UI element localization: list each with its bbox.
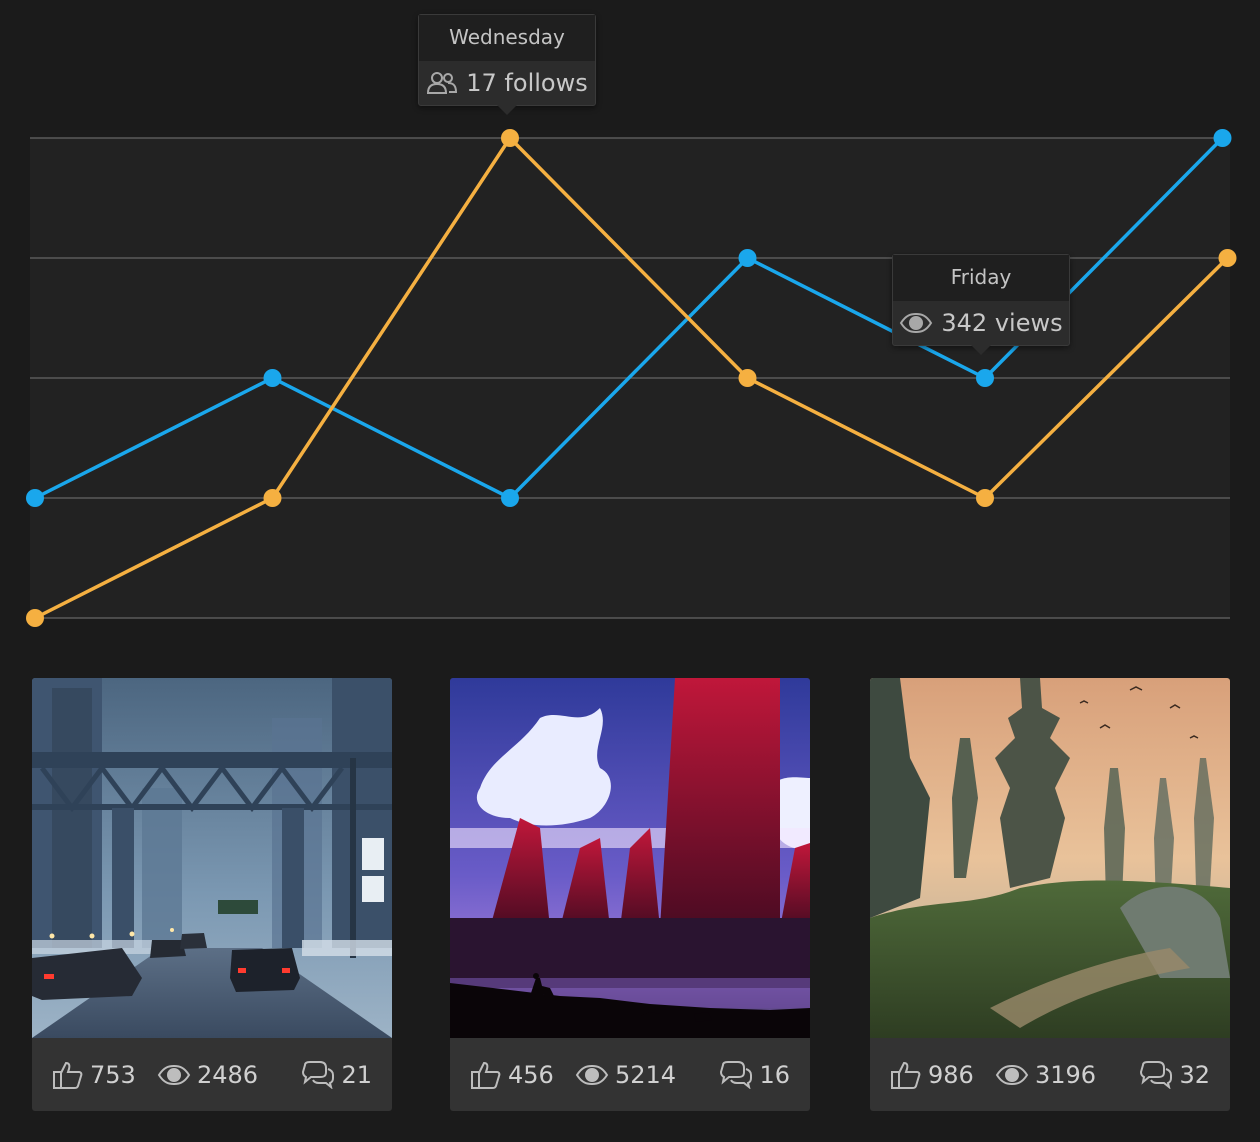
likes-count: 986 (928, 1060, 974, 1089)
thumbs-up-icon[interactable] (52, 1060, 84, 1090)
eye-icon[interactable] (157, 1064, 191, 1086)
artwork-thumbnail-desert[interactable] (450, 678, 810, 1038)
data-point-views[interactable] (738, 249, 757, 267)
tooltip-friday: Friday 342 views (892, 254, 1070, 355)
views-count: 2486 (197, 1060, 259, 1089)
data-point-views[interactable] (263, 369, 282, 387)
tooltip-day-label: Wednesday (419, 15, 595, 61)
users-icon (427, 72, 458, 94)
eye-icon (900, 312, 933, 334)
data-point-follows[interactable] (738, 369, 757, 387)
tooltip-wednesday: Wednesday 17 follows (418, 14, 596, 115)
line-chart (26, 129, 1237, 627)
eye-icon[interactable] (575, 1064, 609, 1086)
data-point-follows[interactable] (976, 489, 994, 507)
data-point-follows[interactable] (501, 129, 519, 147)
comments-icon[interactable] (719, 1060, 753, 1089)
comments-count: 16 (759, 1060, 790, 1089)
comments-icon[interactable] (301, 1060, 335, 1089)
data-point-follows[interactable] (263, 489, 282, 507)
comments-count: 32 (1179, 1060, 1210, 1089)
data-point-views[interactable] (501, 489, 519, 507)
tooltip-arrow (971, 345, 991, 355)
data-point-views[interactable] (26, 489, 44, 507)
tooltip-value: 17 follows (466, 69, 588, 97)
comments-icon[interactable] (1139, 1060, 1173, 1089)
eye-icon[interactable] (995, 1064, 1029, 1086)
thumbs-up-icon[interactable] (470, 1060, 502, 1090)
artwork-thumbnail-city[interactable] (32, 678, 392, 1038)
artwork-card[interactable]: 753 2486 21 (32, 678, 392, 1111)
data-point-follows[interactable] (1218, 249, 1237, 267)
artwork-card[interactable]: 456 5214 16 (450, 678, 810, 1111)
artwork-thumbnail-towers[interactable] (870, 678, 1230, 1038)
tooltip-value: 342 views (941, 309, 1063, 337)
thumbs-up-icon[interactable] (890, 1060, 922, 1090)
likes-count: 753 (90, 1060, 136, 1089)
views-count: 3196 (1035, 1060, 1097, 1089)
data-point-follows[interactable] (26, 609, 44, 627)
likes-count: 456 (508, 1060, 554, 1089)
tooltip-arrow (497, 105, 517, 115)
data-point-views[interactable] (976, 369, 994, 387)
artwork-card[interactable]: 986 3196 32 (870, 678, 1230, 1111)
comments-count: 21 (341, 1060, 372, 1089)
views-count: 5214 (615, 1060, 677, 1089)
tooltip-day-label: Friday (893, 255, 1069, 301)
data-point-views[interactable] (1213, 129, 1232, 147)
